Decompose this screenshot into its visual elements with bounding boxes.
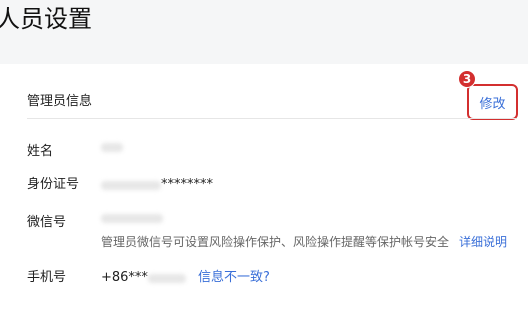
page-title: 人员设置 bbox=[0, 5, 92, 33]
step-badge: 3 bbox=[458, 70, 476, 88]
id-label: 身份证号 bbox=[27, 177, 80, 192]
edit-button[interactable]: 修改 bbox=[467, 84, 518, 120]
name-redacted bbox=[101, 143, 123, 152]
details-link[interactable]: 详细说明 bbox=[459, 235, 507, 249]
id-masked-text: ******** bbox=[161, 177, 213, 192]
wechat-label: 微信号 bbox=[27, 215, 67, 230]
id-redacted bbox=[101, 180, 161, 190]
id-value: ******** bbox=[101, 176, 213, 194]
wechat-value bbox=[101, 214, 163, 223]
section-title: 管理员信息 bbox=[27, 94, 93, 109]
name-value bbox=[101, 143, 123, 152]
wechat-hint-text: 管理员微信号可设置风险操作保护、风险操作提醒等保护帐号安全 bbox=[101, 235, 450, 249]
phone-prefix: +86*** bbox=[101, 270, 148, 285]
wechat-hint: 管理员微信号可设置风险操作保护、风险操作提醒等保护帐号安全 详细说明 bbox=[101, 234, 507, 250]
name-label: 姓名 bbox=[27, 144, 54, 159]
wechat-redacted bbox=[101, 214, 163, 223]
admin-info-card: 管理员信息 修改 3 姓名 身份证号 ******** 微信号 管理员微信号可设… bbox=[0, 64, 528, 317]
phone-redacted bbox=[147, 273, 186, 283]
phone-label: 手机号 bbox=[27, 270, 67, 285]
phone-value: +86*** 信息不一致? bbox=[101, 269, 270, 287]
info-mismatch-link[interactable]: 信息不一致? bbox=[198, 269, 270, 287]
divider bbox=[27, 118, 517, 119]
edit-button-label: 修改 bbox=[479, 96, 506, 112]
